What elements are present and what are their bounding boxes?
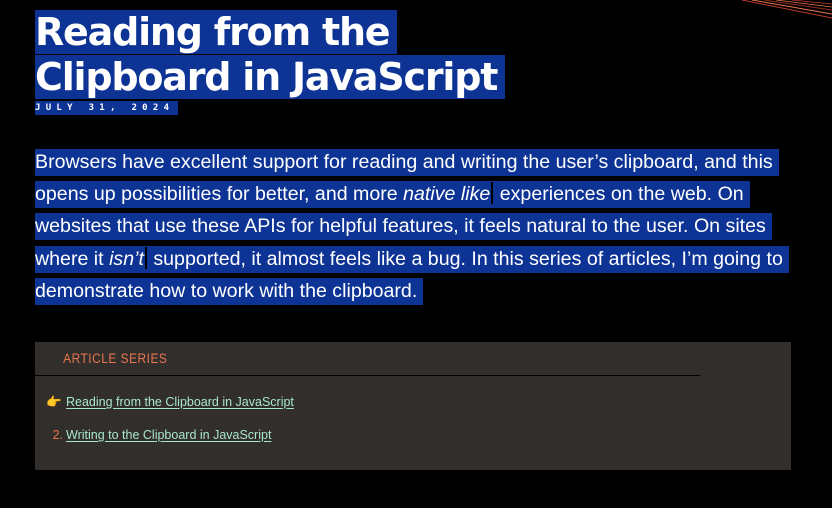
corner-decoration	[742, 0, 832, 19]
intro-paragraph: Browsers have excellent support for read…	[35, 146, 805, 307]
intro-emphasis-native-like: native like	[403, 183, 491, 206]
intro-text-part-3: supported, it almost feels like a bug. I…	[35, 247, 783, 302]
series-link-reading[interactable]: Reading from the Clipboard in JavaScript	[66, 394, 294, 410]
page-title: Reading from the Clipboard in JavaScript	[35, 10, 595, 100]
text-cursor	[491, 182, 494, 205]
series-link-writing[interactable]: Writing to the Clipboard in JavaScript	[66, 427, 271, 443]
article-series-heading: ARTICLE SERIES	[35, 342, 701, 376]
publish-date: JULY 31, 2024	[35, 101, 179, 115]
pointing-hand-icon: 👉	[46, 395, 62, 409]
intro-emphasis-isnt: isn’t	[109, 247, 144, 270]
article-series-box: ARTICLE SERIES 👉 Reading from the Clipbo…	[35, 342, 791, 470]
text-cursor	[144, 246, 147, 269]
series-item-number: 2.	[52, 428, 63, 442]
intro-highlight: Browsers have excellent support for read…	[35, 149, 789, 305]
page-title-text: Reading from the Clipboard in JavaScript	[35, 10, 506, 99]
